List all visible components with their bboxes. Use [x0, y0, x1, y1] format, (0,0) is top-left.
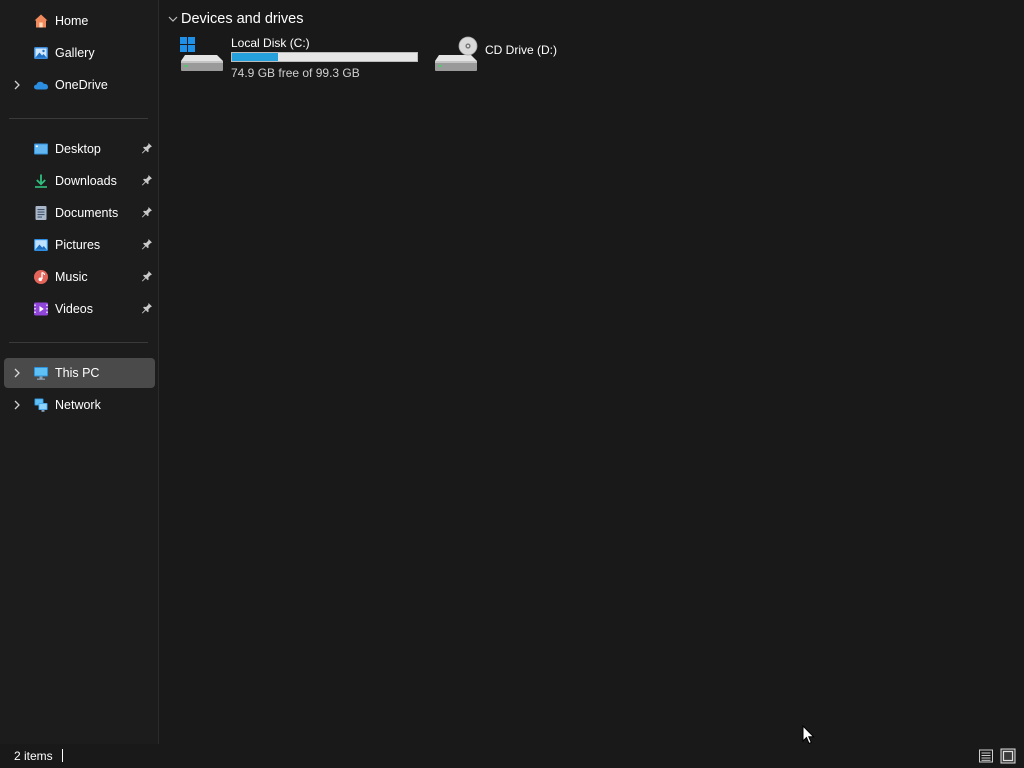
group-title: Devices and drives: [181, 11, 304, 27]
sidebar-item-label: OneDrive: [55, 78, 108, 92]
drive-tile-cd-drive-d[interactable]: CD Drive (D:): [433, 35, 593, 83]
sidebar-item-label: Documents: [55, 206, 119, 220]
pin-icon[interactable]: [141, 270, 153, 282]
drive-usage-bar: [231, 52, 418, 62]
videos-icon: [34, 302, 48, 316]
home-icon: [34, 14, 48, 28]
onedrive-icon: [34, 81, 48, 90]
sidebar-item-label: Home: [55, 14, 89, 28]
sidebar-item-home[interactable]: Home: [4, 6, 155, 36]
desktop-icon: [34, 143, 48, 155]
sidebar-separator: [9, 118, 148, 119]
cd-drive-icon: [435, 36, 478, 71]
this-pc-icon: [34, 367, 48, 380]
content-pane: Devices and drives Local Disk (C:) 74.9 …: [159, 0, 1024, 744]
downloads-icon: [35, 174, 47, 188]
gallery-icon: [34, 47, 48, 59]
pin-icon[interactable]: [141, 174, 153, 186]
pictures-icon: [34, 239, 48, 251]
chevron-right-icon[interactable]: [10, 78, 24, 92]
sidebar-item-documents[interactable]: Documents: [4, 198, 155, 228]
details-view-icon[interactable]: [978, 748, 994, 764]
navigation-pane: Home Gallery OneDrive Desktop Downloads …: [0, 0, 158, 744]
file-explorer-window: Home Gallery OneDrive Desktop Downloads …: [0, 0, 1024, 768]
sidebar-item-label: This PC: [55, 366, 100, 380]
sidebar-item-pictures[interactable]: Pictures: [4, 230, 155, 260]
chevron-down-icon[interactable]: [167, 13, 179, 25]
drive-name: Local Disk (C:): [231, 36, 310, 50]
sidebar-item-label: Downloads: [55, 174, 117, 188]
sidebar-item-onedrive[interactable]: OneDrive: [4, 70, 155, 100]
sidebar-item-label: Network: [55, 398, 101, 412]
chevron-right-icon[interactable]: [10, 366, 24, 380]
pin-icon[interactable]: [141, 206, 153, 218]
drive-name: CD Drive (D:): [485, 43, 557, 57]
drive-usage-fill: [232, 53, 278, 61]
sidebar-item-desktop[interactable]: Desktop: [4, 134, 155, 164]
chevron-right-icon[interactable]: [10, 398, 24, 412]
tiles-view-icon[interactable]: [1000, 748, 1016, 764]
status-separator: [62, 749, 63, 762]
sidebar-item-label: Desktop: [55, 142, 101, 156]
pin-icon[interactable]: [141, 238, 153, 250]
sidebar-separator: [9, 342, 148, 343]
drive-tile-local-disk-c[interactable]: Local Disk (C:) 74.9 GB free of 99.3 GB: [179, 35, 424, 83]
sidebar-item-label: Gallery: [55, 46, 95, 60]
sidebar-item-this-pc[interactable]: This PC: [4, 358, 155, 388]
pin-icon[interactable]: [141, 142, 153, 154]
mouse-cursor-icon: [802, 725, 815, 745]
sidebar-item-network[interactable]: Network: [4, 390, 155, 420]
network-icon: [34, 398, 48, 412]
sidebar-item-gallery[interactable]: Gallery: [4, 38, 155, 68]
sidebar-item-label: Videos: [55, 302, 93, 316]
sidebar-item-music[interactable]: Music: [4, 262, 155, 292]
drive-free-space: 74.9 GB free of 99.3 GB: [231, 66, 360, 80]
sidebar-item-label: Pictures: [55, 238, 101, 252]
local-disk-icon: [180, 37, 223, 71]
item-count: 2 items: [14, 749, 53, 763]
status-bar: 2 items: [0, 744, 1024, 768]
documents-icon: [35, 206, 47, 220]
pin-icon[interactable]: [141, 302, 153, 314]
music-icon: [34, 270, 48, 284]
sidebar-item-label: Music: [55, 270, 88, 284]
sidebar-item-downloads[interactable]: Downloads: [4, 166, 155, 196]
sidebar-item-videos[interactable]: Videos: [4, 294, 155, 324]
